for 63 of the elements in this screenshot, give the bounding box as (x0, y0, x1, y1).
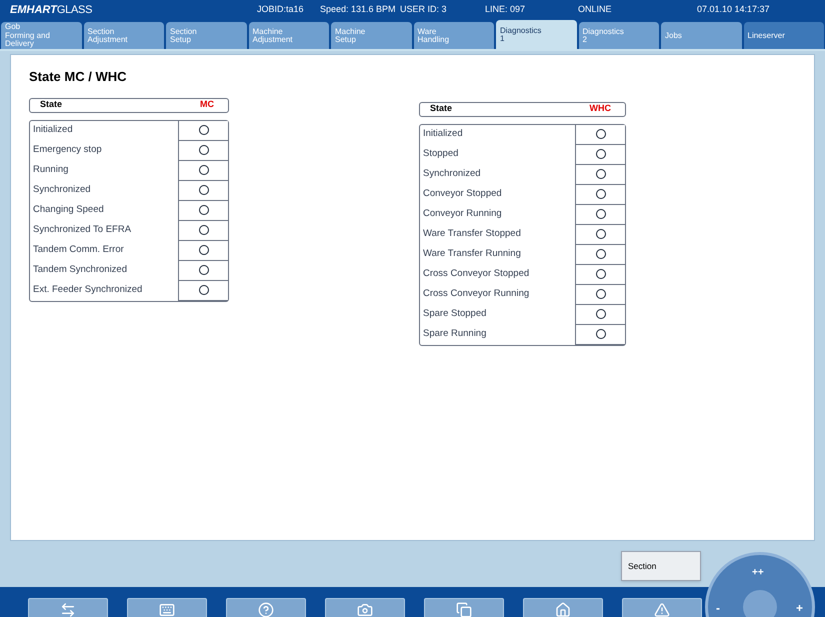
arrows-icon (60, 602, 76, 617)
toolbar-button[interactable] (424, 598, 504, 617)
logo-text: EMHART (10, 2, 57, 18)
toolbar-button[interactable] (28, 598, 108, 617)
tab[interactable]: Lineserver (744, 22, 824, 49)
controller-label: WHC (590, 102, 612, 116)
state-label: Initialized (32, 123, 74, 138)
toolbar-button[interactable] (127, 598, 207, 617)
tab[interactable]: Machine Setup (331, 22, 412, 49)
state-label: Emergency stop (32, 143, 103, 158)
state-label: Tandem Synchronized (32, 263, 128, 278)
column-heading: State (39, 98, 62, 112)
jog-wheel[interactable]: ++ - + (705, 552, 815, 617)
state-label: Spare Running (422, 327, 488, 342)
jog-knob (743, 590, 777, 617)
state-label: Synchronized (422, 167, 482, 182)
jog-label: - (716, 600, 720, 617)
tab[interactable]: Section Setup (166, 22, 246, 49)
tab[interactable]: Jobs (661, 22, 742, 49)
jog-label: + (796, 600, 804, 617)
status-text: Speed: 131.6 BPM (320, 3, 397, 16)
status-text: 07.01.10 14:17:37 (697, 3, 770, 16)
page-title: State MC / WHC (29, 68, 128, 86)
tab[interactable]: Machine Adjustment (248, 22, 329, 49)
state-label: Ware Transfer Running (422, 247, 522, 262)
state-label: Initialized (422, 127, 464, 142)
copy-icon (456, 602, 472, 617)
jog-label: ++ (752, 566, 764, 580)
section-button[interactable]: Section (621, 551, 701, 581)
state-label: Cross Conveyor Stopped (422, 267, 530, 282)
camera-icon (357, 602, 373, 617)
toolbar-button[interactable] (325, 598, 405, 617)
logo-text: GLASS (56, 2, 92, 18)
help-icon (258, 602, 274, 617)
state-label: Ware Transfer Stopped (422, 227, 522, 242)
state-label: Conveyor Stopped (422, 187, 503, 202)
state-label: Tandem Comm. Error (32, 243, 125, 258)
status-text: JOBID:ta16 (257, 3, 305, 16)
state-label: Synchronized (32, 183, 92, 198)
state-label: Ext. Feeder Synchronized (32, 283, 144, 298)
tab[interactable]: Gob Forming and Delivery (1, 22, 82, 49)
state-label: Spare Stopped (422, 307, 488, 322)
state-label: Synchronized To EFRA (32, 223, 132, 238)
tab[interactable]: Diagnostics 1 (496, 20, 576, 49)
toolbar-button[interactable] (523, 598, 603, 617)
state-label: Cross Conveyor Running (422, 287, 530, 302)
state-label: Running (32, 163, 70, 178)
tab[interactable]: Ware Handling (414, 22, 494, 49)
keyboard-icon (159, 602, 175, 617)
column-heading: State (429, 102, 452, 116)
controller-label: MC (200, 98, 215, 112)
state-label: Conveyor Running (422, 207, 503, 222)
state-label: Stopped (422, 147, 460, 162)
tab[interactable]: Diagnostics 2 (578, 22, 659, 49)
toolbar-button[interactable] (226, 598, 306, 617)
status-text: USER ID: 3 (400, 3, 448, 16)
state-label: Changing Speed (32, 203, 105, 218)
warning-icon (654, 602, 670, 617)
home-icon (555, 602, 571, 617)
toolbar-button[interactable] (622, 598, 702, 617)
status-text: ONLINE (578, 3, 613, 16)
tab[interactable]: Section Adjustment (84, 22, 164, 49)
status-text: LINE: 097 (485, 3, 526, 16)
